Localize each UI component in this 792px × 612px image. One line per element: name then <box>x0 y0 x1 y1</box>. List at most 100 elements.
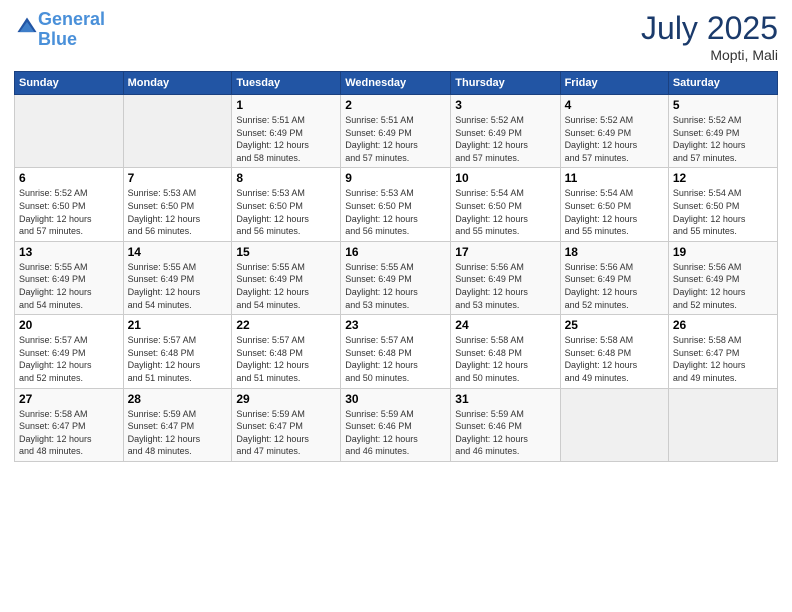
table-row: 28 Sunrise: 5:59 AM Sunset: 6:47 PM Dayli… <box>123 388 232 461</box>
day-number: 31 <box>455 392 555 406</box>
cell-info: Sunrise: 5:53 AM Sunset: 6:50 PM Dayligh… <box>345 187 446 237</box>
day-number: 11 <box>565 171 664 185</box>
cell-info: Sunrise: 5:57 AM Sunset: 6:48 PM Dayligh… <box>345 334 446 384</box>
col-thursday: Thursday <box>451 72 560 95</box>
week-row-3: 20Sunrise: 5:57 AM Sunset: 6:49 PM Dayli… <box>15 315 778 388</box>
calendar-table: Sunday Monday Tuesday Wednesday Thursday… <box>14 71 778 462</box>
header-row: Sunday Monday Tuesday Wednesday Thursday… <box>15 72 778 95</box>
col-wednesday: Wednesday <box>341 72 451 95</box>
cell-info: Sunrise: 5:55 AM Sunset: 6:49 PM Dayligh… <box>236 261 336 311</box>
table-row: 19Sunrise: 5:56 AM Sunset: 6:49 PM Dayli… <box>668 241 777 314</box>
table-row: 16 Sunrise: 5:55 AM Sunset: 6:49 PM Dayli… <box>341 241 451 314</box>
table-row <box>123 95 232 168</box>
table-row: 18 Sunrise: 5:56 AM Sunset: 6:49 PM Dayli… <box>560 241 668 314</box>
table-row: 2Sunrise: 5:51 AM Sunset: 6:49 PM Daylig… <box>341 95 451 168</box>
cell-info: Sunrise: 5:51 AM Sunset: 6:49 PM Dayligh… <box>345 114 446 164</box>
table-row <box>668 388 777 461</box>
logo-text-line2: Blue <box>38 30 105 50</box>
day-number: 23 <box>345 318 446 332</box>
day-number: 17 <box>455 245 555 259</box>
cell-info: Sunrise: 5:54 AM Sunset: 6:50 PM Dayligh… <box>673 187 773 237</box>
day-number: 4 <box>565 98 664 112</box>
table-row: 31 Sunrise: 5:59 AM Sunset: 6:46 PM Dayli… <box>451 388 560 461</box>
day-number: 22 <box>236 318 336 332</box>
cell-info: Sunrise: 5:54 AM Sunset: 6:50 PM Dayligh… <box>455 187 555 237</box>
table-row: 8 Sunrise: 5:53 AM Sunset: 6:50 PM Daylig… <box>232 168 341 241</box>
col-saturday: Saturday <box>668 72 777 95</box>
day-number: 14 <box>128 245 228 259</box>
table-row: 29 Sunrise: 5:59 AM Sunset: 6:47 PM Dayli… <box>232 388 341 461</box>
day-number: 18 <box>565 245 664 259</box>
cell-info: Sunrise: 5:51 AM Sunset: 6:49 PM Dayligh… <box>236 114 336 164</box>
page: General Blue July 2025 Mopti, Mali Sunda… <box>0 0 792 612</box>
table-row: 25 Sunrise: 5:58 AM Sunset: 6:48 PM Dayli… <box>560 315 668 388</box>
table-row: 26 Sunrise: 5:58 AM Sunset: 6:47 PM Dayli… <box>668 315 777 388</box>
col-tuesday: Tuesday <box>232 72 341 95</box>
col-friday: Friday <box>560 72 668 95</box>
cell-info: Sunrise: 5:52 AM Sunset: 6:49 PM Dayligh… <box>455 114 555 164</box>
cell-info: Sunrise: 5:58 AM Sunset: 6:48 PM Dayligh… <box>455 334 555 384</box>
day-number: 16 <box>345 245 446 259</box>
header: General Blue July 2025 Mopti, Mali <box>14 10 778 63</box>
logo-icon <box>16 16 38 38</box>
table-row: 17 Sunrise: 5:56 AM Sunset: 6:49 PM Dayli… <box>451 241 560 314</box>
cell-info: Sunrise: 5:54 AM Sunset: 6:50 PM Dayligh… <box>565 187 664 237</box>
table-row: 24 Sunrise: 5:58 AM Sunset: 6:48 PM Dayli… <box>451 315 560 388</box>
title-block: July 2025 Mopti, Mali <box>641 10 778 63</box>
cell-info: Sunrise: 5:57 AM Sunset: 6:48 PM Dayligh… <box>236 334 336 384</box>
table-row: 12Sunrise: 5:54 AM Sunset: 6:50 PM Dayli… <box>668 168 777 241</box>
day-number: 8 <box>236 171 336 185</box>
table-row: 22 Sunrise: 5:57 AM Sunset: 6:48 PM Dayli… <box>232 315 341 388</box>
cell-info: Sunrise: 5:59 AM Sunset: 6:46 PM Dayligh… <box>455 408 555 458</box>
table-row: 6 Sunrise: 5:52 AM Sunset: 6:50 PM Daylig… <box>15 168 124 241</box>
day-number: 25 <box>565 318 664 332</box>
cell-info: Sunrise: 5:59 AM Sunset: 6:47 PM Dayligh… <box>128 408 228 458</box>
cell-info: Sunrise: 5:58 AM Sunset: 6:47 PM Dayligh… <box>673 334 773 384</box>
table-row: 11 Sunrise: 5:54 AM Sunset: 6:50 PM Dayli… <box>560 168 668 241</box>
col-sunday: Sunday <box>15 72 124 95</box>
cell-info: Sunrise: 5:59 AM Sunset: 6:46 PM Dayligh… <box>345 408 446 458</box>
cell-info: Sunrise: 5:53 AM Sunset: 6:50 PM Dayligh… <box>236 187 336 237</box>
day-number: 7 <box>128 171 228 185</box>
table-row: 10Sunrise: 5:54 AM Sunset: 6:50 PM Dayli… <box>451 168 560 241</box>
cell-info: Sunrise: 5:57 AM Sunset: 6:49 PM Dayligh… <box>19 334 119 384</box>
cell-info: Sunrise: 5:52 AM Sunset: 6:49 PM Dayligh… <box>565 114 664 164</box>
cell-info: Sunrise: 5:56 AM Sunset: 6:49 PM Dayligh… <box>455 261 555 311</box>
cell-info: Sunrise: 5:56 AM Sunset: 6:49 PM Dayligh… <box>565 261 664 311</box>
cell-info: Sunrise: 5:58 AM Sunset: 6:47 PM Dayligh… <box>19 408 119 458</box>
table-row: 3Sunrise: 5:52 AM Sunset: 6:49 PM Daylig… <box>451 95 560 168</box>
table-row: 7 Sunrise: 5:53 AM Sunset: 6:50 PM Daylig… <box>123 168 232 241</box>
table-row: 20Sunrise: 5:57 AM Sunset: 6:49 PM Dayli… <box>15 315 124 388</box>
day-number: 26 <box>673 318 773 332</box>
table-row: 23 Sunrise: 5:57 AM Sunset: 6:48 PM Dayli… <box>341 315 451 388</box>
day-number: 19 <box>673 245 773 259</box>
week-row-4: 27Sunrise: 5:58 AM Sunset: 6:47 PM Dayli… <box>15 388 778 461</box>
table-row: 27Sunrise: 5:58 AM Sunset: 6:47 PM Dayli… <box>15 388 124 461</box>
cell-info: Sunrise: 5:59 AM Sunset: 6:47 PM Dayligh… <box>236 408 336 458</box>
day-number: 6 <box>19 171 119 185</box>
table-row: 21Sunrise: 5:57 AM Sunset: 6:48 PM Dayli… <box>123 315 232 388</box>
table-row: 30Sunrise: 5:59 AM Sunset: 6:46 PM Dayli… <box>341 388 451 461</box>
cell-info: Sunrise: 5:58 AM Sunset: 6:48 PM Dayligh… <box>565 334 664 384</box>
day-number: 28 <box>128 392 228 406</box>
cell-info: Sunrise: 5:52 AM Sunset: 6:50 PM Dayligh… <box>19 187 119 237</box>
cell-info: Sunrise: 5:52 AM Sunset: 6:49 PM Dayligh… <box>673 114 773 164</box>
day-number: 13 <box>19 245 119 259</box>
week-row-0: 1 Sunrise: 5:51 AM Sunset: 6:49 PM Daylig… <box>15 95 778 168</box>
day-number: 1 <box>236 98 336 112</box>
cell-info: Sunrise: 5:53 AM Sunset: 6:50 PM Dayligh… <box>128 187 228 237</box>
table-row <box>15 95 124 168</box>
table-row: 15 Sunrise: 5:55 AM Sunset: 6:49 PM Dayli… <box>232 241 341 314</box>
day-number: 15 <box>236 245 336 259</box>
day-number: 29 <box>236 392 336 406</box>
logo: General Blue <box>14 10 105 50</box>
cell-info: Sunrise: 5:55 AM Sunset: 6:49 PM Dayligh… <box>19 261 119 311</box>
day-number: 24 <box>455 318 555 332</box>
cell-info: Sunrise: 5:55 AM Sunset: 6:49 PM Dayligh… <box>345 261 446 311</box>
cell-info: Sunrise: 5:57 AM Sunset: 6:48 PM Dayligh… <box>128 334 228 384</box>
table-row: 9Sunrise: 5:53 AM Sunset: 6:50 PM Daylig… <box>341 168 451 241</box>
cell-info: Sunrise: 5:55 AM Sunset: 6:49 PM Dayligh… <box>128 261 228 311</box>
location: Mopti, Mali <box>641 47 778 63</box>
table-row: 14 Sunrise: 5:55 AM Sunset: 6:49 PM Dayli… <box>123 241 232 314</box>
table-row: 13 Sunrise: 5:55 AM Sunset: 6:49 PM Dayli… <box>15 241 124 314</box>
